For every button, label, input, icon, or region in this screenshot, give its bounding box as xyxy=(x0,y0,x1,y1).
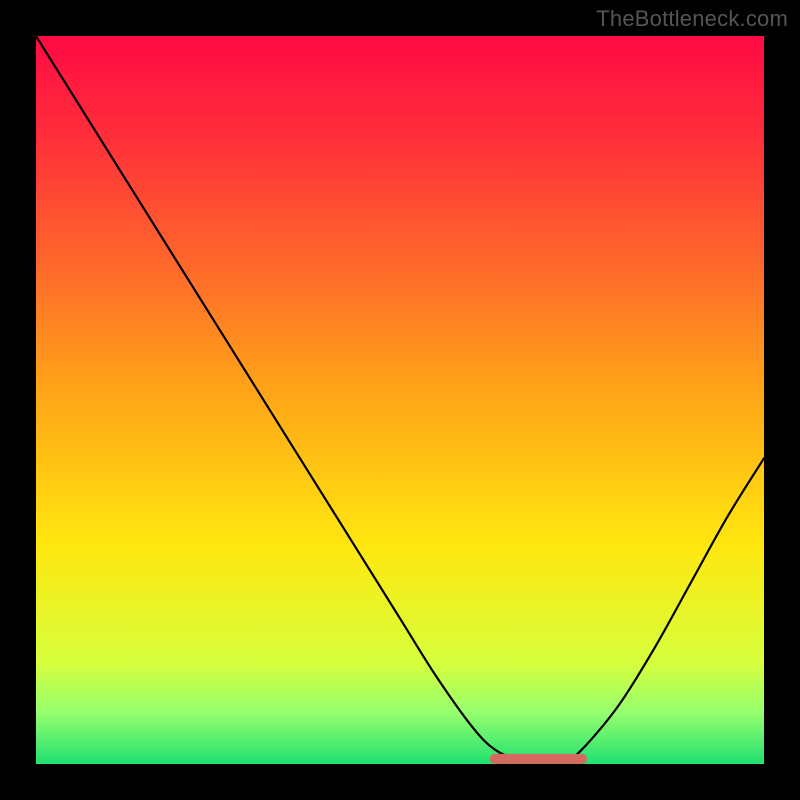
plot-area xyxy=(36,36,764,764)
attribution-label: TheBottleneck.com xyxy=(596,6,788,32)
curve-path xyxy=(36,36,764,760)
chart-frame: TheBottleneck.com xyxy=(0,0,800,800)
bottleneck-curve xyxy=(36,36,764,764)
